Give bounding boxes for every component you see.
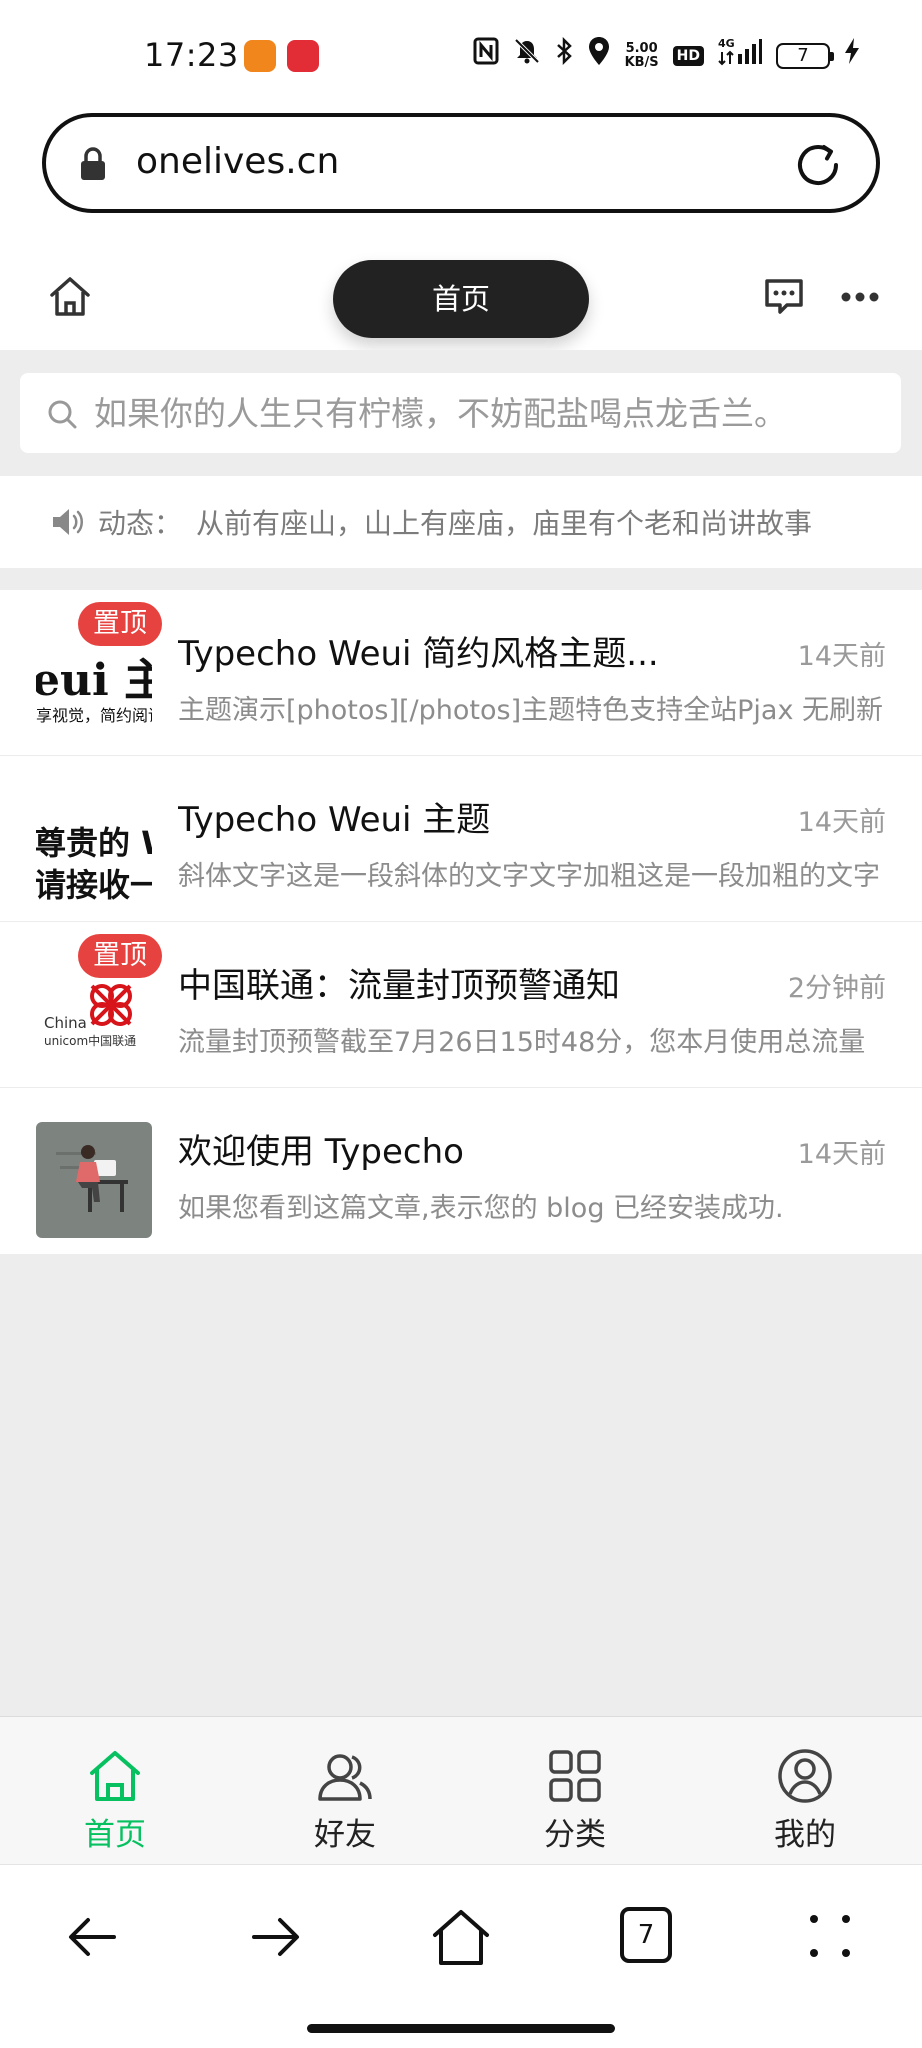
tab-label: 好友 [314,1817,376,1853]
search-icon [48,400,77,429]
thumbnail-text: 尊贵的 We [36,824,152,862]
post-time: 14天前 [797,641,886,672]
page-header: 首页 [0,250,922,350]
post-list: eui 主题 享视觉，简约阅读 置顶 Typecho Weui 简约风格主题..… [0,590,922,1254]
search-section [0,350,922,476]
search-input[interactable] [94,373,894,453]
home-icon[interactable] [48,275,92,319]
hd-badge: HD [672,46,704,66]
menu-dots-icon[interactable] [800,1907,860,1967]
thumbnail-text: eui 主题 [36,655,152,706]
post-excerpt: 斜体文字这是一段斜体的文字文字加粗这是一段加粗的文字 [178,861,880,892]
tab-label: 我的 [774,1817,836,1853]
reload-icon[interactable] [792,139,844,191]
grid-icon [549,1750,601,1802]
browser-toolbar: 7 [0,1864,922,2048]
thumbnail-text: China [44,1014,87,1032]
browser-home-icon[interactable] [431,1907,491,1967]
page-title: 首页 [333,260,589,338]
post-title[interactable]: Typecho Weui 简约风格主题... [178,626,778,675]
net-speed-unit: KB/S [624,55,659,70]
tab-home[interactable]: 首页 [0,1717,230,1865]
content-empty-area [0,1254,922,1716]
message-icon[interactable] [763,277,805,317]
lock-icon [81,147,105,180]
post-item[interactable]: 欢迎使用 Typecho 14天前 如果您看到这篇文章,表示您的 blog 已经… [0,1088,922,1254]
location-icon [587,36,611,76]
mute-icon [513,37,541,75]
tab-friends[interactable]: 好友 [230,1717,460,1865]
post-time: 2分钟前 [787,973,886,1004]
divider [0,568,922,590]
post-excerpt: 流量封顶预警截至7月26日15时48分，您本月使用总流量 [178,1027,866,1058]
notice-text: 从前有座山，山上有座庙，庙里有个老和尚讲故事 [196,507,813,540]
bluetooth-icon [555,36,573,75]
forward-icon[interactable] [246,1907,306,1967]
notice-label: 动态： [98,507,183,540]
svg-text:4G: 4G [718,37,735,50]
battery-indicator: 7 [776,43,834,69]
tabs-count-button[interactable]: 7 [620,1907,672,1963]
signal-icon: 4G [718,36,762,76]
back-icon[interactable] [62,1907,122,1967]
post-item[interactable]: eui 主题 享视觉，简约阅读 置顶 Typecho Weui 简约风格主题..… [0,590,922,756]
post-item[interactable]: 尊贵的 We 请接收一下 置顶 Typecho Weui 主题 14天前 斜体文… [0,756,922,978]
post-thumbnail [36,1122,152,1238]
friends-icon [318,1754,372,1801]
status-bar: 17:23 5.00 KB/S HD 4G 7 [0,0,922,110]
status-time: 17:23 [144,36,239,74]
search-box[interactable] [20,373,901,453]
post-title[interactable]: 欢迎使用 Typecho [178,1124,778,1173]
net-speed: 5.00 KB/S [625,42,659,70]
tab-mine[interactable]: 我的 [690,1717,920,1865]
status-icons: 5.00 KB/S HD 4G 7 [473,36,860,76]
more-icon[interactable] [840,290,880,304]
nfc-icon [473,37,499,75]
address-bar[interactable]: onelives.cn [42,113,880,213]
thumbnail-subtext: unicom中国联通 [44,1034,137,1048]
post-time: 14天前 [797,1139,886,1170]
post-thumbnail: 尊贵的 We 请接收一下 [36,790,152,906]
notice-bar[interactable]: 动态： 从前有座山，山上有座庙，庙里有个老和尚讲故事 [0,476,922,568]
tab-label: 首页 [84,1817,146,1853]
post-title[interactable]: Typecho Weui 主题 [178,792,778,841]
tab-category[interactable]: 分类 [460,1717,690,1865]
app-notification-icon [244,40,276,72]
charging-icon [844,37,860,75]
url-text[interactable]: onelives.cn [136,141,339,182]
post-excerpt: 如果您看到这篇文章,表示您的 blog 已经安装成功. [178,1193,784,1224]
thumbnail-subtext: 享视觉，简约阅读 [36,706,152,725]
net-speed-value: 5.00 [625,41,658,56]
pinned-badge: 置顶 [78,934,162,978]
bottom-tab-bar: 首页 好友 分类 我的 [0,1716,922,1864]
home-indicator[interactable] [307,2024,615,2033]
tab-label: 分类 [544,1817,606,1853]
post-title[interactable]: 中国联通：流量封顶预警通知 [178,958,778,1007]
user-icon [778,1749,832,1803]
speaker-icon [53,509,83,535]
person-at-desk-icon [56,1145,128,1212]
home-icon [90,1751,140,1801]
post-time: 14天前 [797,807,886,838]
thumbnail-subtext: 请接收一下 [36,866,152,904]
pinned-badge: 置顶 [78,602,162,646]
post-excerpt: 主题演示[photos][/photos]主题特色支持全站Pjax 无刷新 [178,695,884,726]
app-notification-icon [287,40,319,72]
